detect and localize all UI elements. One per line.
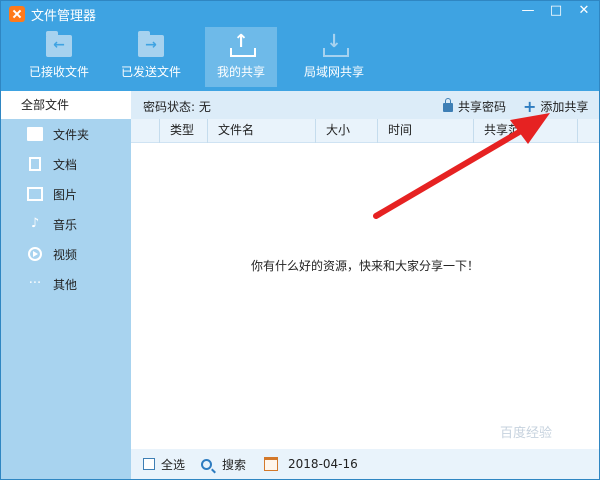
sidebar-item-folders[interactable]: 文件夹 bbox=[1, 119, 131, 149]
window-title: 文件管理器 bbox=[31, 8, 97, 24]
my-share-tab[interactable]: 我的共享 bbox=[205, 27, 277, 87]
search-label[interactable]: 搜索 bbox=[222, 456, 246, 473]
password-status: 密码状态: 无 bbox=[143, 100, 211, 114]
sidebar-item-music[interactable]: ♪ 音乐 bbox=[1, 209, 131, 239]
received-files-button[interactable]: 已接收文件 bbox=[21, 27, 97, 87]
sidebar-item-other[interactable]: ··· 其他 bbox=[1, 269, 131, 299]
empty-state-message: 你有什么好的资源，快来和大家分享一下！ bbox=[250, 259, 479, 273]
add-share-button[interactable]: + 添加共享 bbox=[523, 98, 588, 115]
maximize-button[interactable]: □ bbox=[543, 1, 569, 23]
column-size[interactable]: 大小 bbox=[315, 119, 377, 143]
sidebar-item-label: 文档 bbox=[53, 157, 78, 172]
lan-share-label: 局域网共享 bbox=[303, 65, 364, 79]
sidebar-item-documents[interactable]: 文档 bbox=[1, 149, 131, 179]
close-button[interactable]: ✕ bbox=[571, 1, 597, 23]
share-password-button[interactable]: 共享密码 bbox=[443, 98, 506, 115]
sidebar-item-all-files[interactable]: 全部文件 bbox=[1, 91, 131, 119]
main-panel: 密码状态: 无 共享密码 + 添加共享 类型 文件名 大小 时间 共享范 你有什… bbox=[131, 91, 599, 479]
sidebar-item-label: 文件夹 bbox=[53, 127, 90, 142]
received-files-label: 已接收文件 bbox=[28, 65, 89, 79]
more-icon: ··· bbox=[28, 276, 42, 291]
title-bar: 文件管理器 — □ ✕ bbox=[1, 1, 599, 27]
column-time[interactable]: 时间 bbox=[377, 119, 473, 143]
lock-icon bbox=[443, 98, 453, 112]
image-icon bbox=[27, 187, 43, 201]
add-share-label: 添加共享 bbox=[540, 100, 589, 114]
toolbar: 已接收文件 已发送文件 我的共享 局域网共享 bbox=[1, 27, 599, 91]
my-share-label: 我的共享 bbox=[216, 65, 265, 79]
app-logo-icon bbox=[9, 6, 25, 22]
plus-icon: + bbox=[523, 96, 537, 116]
column-spacer bbox=[577, 119, 599, 143]
folder-send-icon bbox=[138, 31, 164, 57]
sidebar-item-label: 视频 bbox=[53, 247, 78, 262]
upload-icon bbox=[228, 31, 256, 57]
minimize-button[interactable]: — bbox=[515, 1, 541, 23]
share-password-label: 共享密码 bbox=[458, 100, 507, 114]
date-value: 2018-04-16 bbox=[288, 457, 358, 471]
sidebar-item-label: 音乐 bbox=[53, 217, 78, 232]
sidebar-item-label: 其他 bbox=[53, 277, 78, 292]
select-all-label: 全选 bbox=[161, 457, 186, 472]
sidebar-item-images[interactable]: 图片 bbox=[1, 179, 131, 209]
music-icon: ♪ bbox=[30, 216, 40, 231]
footer-bar: 全选 搜索 2018-04-16 bbox=[131, 449, 599, 479]
search-icon[interactable] bbox=[201, 458, 213, 470]
sidebar-item-label: 图片 bbox=[53, 187, 78, 202]
file-manager-window: 文件管理器 — □ ✕ 已接收文件 已发送文件 我的共享 局域网共享 全部文件 … bbox=[0, 0, 600, 480]
folder-icon bbox=[27, 127, 43, 141]
document-icon bbox=[29, 157, 41, 171]
sent-files-button[interactable]: 已发送文件 bbox=[113, 27, 189, 87]
status-bar: 密码状态: 无 共享密码 + 添加共享 bbox=[131, 91, 599, 119]
lan-share-tab[interactable]: 局域网共享 bbox=[297, 27, 371, 87]
select-all-checkbox[interactable] bbox=[143, 458, 155, 470]
calendar-icon[interactable] bbox=[264, 457, 279, 471]
folder-receive-icon bbox=[46, 31, 72, 57]
column-filename[interactable]: 文件名 bbox=[207, 119, 315, 143]
sidebar: 全部文件 文件夹 文档 图片 ♪ 音乐 视频 ··· 其他 bbox=[1, 91, 131, 479]
sidebar-item-videos[interactable]: 视频 bbox=[1, 239, 131, 269]
column-share-scope[interactable]: 共享范 bbox=[473, 119, 577, 143]
sent-files-label: 已发送文件 bbox=[120, 65, 181, 79]
video-icon bbox=[28, 247, 42, 261]
watermark-logo: 百度经验 bbox=[500, 426, 553, 441]
table-header: 类型 文件名 大小 时间 共享范 bbox=[131, 119, 599, 143]
column-type[interactable]: 类型 bbox=[159, 119, 207, 143]
download-icon bbox=[321, 31, 349, 57]
